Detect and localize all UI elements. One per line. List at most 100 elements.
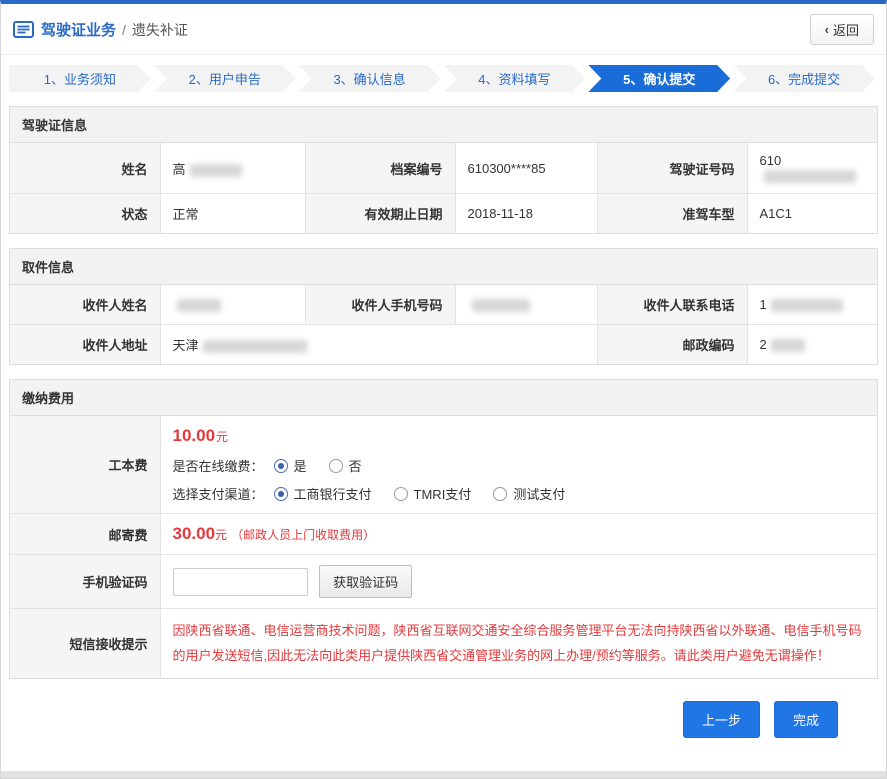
breadcrumb-separator: / bbox=[122, 22, 126, 38]
step-label: 3、确认信息 bbox=[333, 69, 405, 88]
table-row: 姓名 高 档案编号 610300****85 驾驶证号码 610 bbox=[10, 143, 877, 194]
license-number-value: 610 bbox=[747, 143, 877, 194]
redacted-value bbox=[472, 299, 530, 312]
license-number-text: 610 bbox=[760, 153, 782, 168]
status-value: 正常 bbox=[160, 194, 305, 234]
step-label: 5、确认提交 bbox=[623, 69, 695, 88]
recipient-name-value bbox=[160, 285, 305, 325]
name-label: 姓名 bbox=[10, 143, 160, 194]
back-label: 返回 bbox=[833, 20, 859, 39]
radio-unselected-icon bbox=[394, 487, 408, 501]
page-subtitle: 遗失补证 bbox=[132, 20, 188, 40]
production-fee-amount: 10.00元 bbox=[173, 426, 866, 446]
license-number-label: 驾驶证号码 bbox=[597, 143, 747, 194]
postal-code-label: 邮政编码 bbox=[597, 325, 747, 365]
channel-icbc-radio[interactable]: 工商银行支付 bbox=[274, 484, 372, 503]
online-no-label: 否 bbox=[349, 456, 362, 475]
header: 驾驶证业务 / 遗失补证 ‹ 返回 bbox=[1, 4, 886, 55]
fees-section: 缴纳费用 工本费 10.00元 是否在线缴费： 是 bbox=[9, 379, 878, 679]
expiry-label: 有效期止日期 bbox=[305, 194, 455, 234]
channel-tmri-radio[interactable]: TMRI支付 bbox=[394, 484, 472, 503]
fees-table: 工本费 10.00元 是否在线缴费： 是 否 bbox=[10, 416, 877, 678]
step-1-business-notice[interactable]: 1、业务须知 bbox=[9, 65, 151, 92]
online-yes-radio[interactable]: 是 bbox=[274, 456, 307, 475]
name-value: 高 bbox=[160, 143, 305, 194]
status-label: 状态 bbox=[10, 194, 160, 234]
step-label: 2、用户申告 bbox=[189, 69, 261, 88]
radio-selected-icon bbox=[274, 459, 288, 473]
footer-actions: 上一步 完成 bbox=[9, 701, 838, 738]
table-row: 短信接收提示 因陕西省联通、电信运营商技术问题，陕西省互联网交通安全综合服务管理… bbox=[10, 609, 877, 679]
redacted-value bbox=[771, 299, 843, 312]
recipient-name-label: 收件人姓名 bbox=[10, 285, 160, 325]
radio-unselected-icon bbox=[329, 459, 343, 473]
redacted-value bbox=[771, 339, 805, 352]
file-number-label: 档案编号 bbox=[305, 143, 455, 194]
production-fee-cell: 10.00元 是否在线缴费： 是 否 选择支 bbox=[160, 416, 877, 514]
step-label: 4、资料填写 bbox=[478, 69, 550, 88]
postal-code-value: 2 bbox=[747, 325, 877, 365]
back-chevron-icon: ‹ bbox=[825, 22, 829, 37]
sms-code-cell: 获取验证码 bbox=[160, 555, 877, 609]
pickup-info-table: 收件人姓名 收件人手机号码 收件人联系电话 1 收件人地址 天津 邮政编码 2 bbox=[10, 285, 877, 364]
pickup-info-section: 取件信息 收件人姓名 收件人手机号码 收件人联系电话 1 收件人地址 天津 邮政… bbox=[9, 248, 878, 365]
redacted-value bbox=[177, 299, 221, 312]
page-title: 驾驶证业务 bbox=[41, 19, 116, 40]
step-4-fill-data[interactable]: 4、资料填写 bbox=[443, 65, 585, 92]
bottom-bar bbox=[1, 771, 886, 778]
production-fee-unit: 元 bbox=[216, 430, 228, 444]
step-2-user-declaration[interactable]: 2、用户申告 bbox=[154, 65, 296, 92]
back-button[interactable]: ‹ 返回 bbox=[810, 14, 874, 45]
radio-selected-icon bbox=[274, 487, 288, 501]
table-row: 状态 正常 有效期止日期 2018-11-18 准驾车型 A1C1 bbox=[10, 194, 877, 234]
step-label: 6、完成提交 bbox=[768, 69, 840, 88]
table-row: 收件人姓名 收件人手机号码 收件人联系电话 1 bbox=[10, 285, 877, 325]
channel-test-label: 测试支付 bbox=[513, 484, 565, 503]
mailing-fee-label: 邮寄费 bbox=[10, 514, 160, 555]
previous-step-button[interactable]: 上一步 bbox=[683, 701, 760, 738]
pickup-section-header: 取件信息 bbox=[10, 249, 877, 285]
name-text: 高 bbox=[173, 162, 186, 177]
sms-notice-cell: 因陕西省联通、电信运营商技术问题，陕西省互联网交通安全综合服务管理平台无法向持陕… bbox=[160, 609, 877, 679]
vehicle-class-value: A1C1 bbox=[747, 194, 877, 234]
production-fee-label: 工本费 bbox=[10, 416, 160, 514]
channel-tmri-label: TMRI支付 bbox=[414, 484, 472, 503]
sms-notice-label: 短信接收提示 bbox=[10, 609, 160, 679]
step-label: 1、业务须知 bbox=[44, 69, 116, 88]
recipient-mobile-value bbox=[455, 285, 597, 325]
production-fee-number: 10.00 bbox=[173, 426, 216, 445]
online-no-radio[interactable]: 否 bbox=[329, 456, 362, 475]
channel-icbc-label: 工商银行支付 bbox=[294, 484, 372, 503]
recipient-mobile-label: 收件人手机号码 bbox=[305, 285, 455, 325]
vehicle-class-label: 准驾车型 bbox=[597, 194, 747, 234]
recipient-address-value: 天津 bbox=[160, 325, 597, 365]
step-3-confirm-info[interactable]: 3、确认信息 bbox=[299, 65, 441, 92]
finish-button[interactable]: 完成 bbox=[774, 701, 838, 738]
table-row: 工本费 10.00元 是否在线缴费： 是 否 bbox=[10, 416, 877, 514]
mailing-fee-unit: 元 bbox=[215, 528, 227, 542]
expiry-value: 2018-11-18 bbox=[455, 194, 597, 234]
redacted-value bbox=[764, 170, 856, 183]
mailing-fee-cell: 30.00元（邮政人员上门收取费用） bbox=[160, 514, 877, 555]
online-payment-question-row: 是否在线缴费： 是 否 bbox=[173, 456, 866, 475]
get-sms-code-button[interactable]: 获取验证码 bbox=[319, 565, 412, 598]
payment-channel-question: 选择支付渠道： bbox=[173, 484, 264, 503]
step-nav: 1、业务须知 2、用户申告 3、确认信息 4、资料填写 5、确认提交 6、完成提… bbox=[9, 65, 878, 92]
sms-code-input[interactable] bbox=[173, 568, 308, 596]
step-5-confirm-submit[interactable]: 5、确认提交 bbox=[588, 65, 730, 92]
table-row: 邮寄费 30.00元（邮政人员上门收取费用） bbox=[10, 514, 877, 555]
recipient-phone-label: 收件人联系电话 bbox=[597, 285, 747, 325]
channel-test-radio[interactable]: 测试支付 bbox=[493, 484, 565, 503]
step-6-complete-submit[interactable]: 6、完成提交 bbox=[733, 65, 875, 92]
online-payment-question: 是否在线缴费： bbox=[173, 456, 264, 475]
table-row: 手机验证码 获取验证码 bbox=[10, 555, 877, 609]
page: 驾驶证业务 / 遗失补证 ‹ 返回 1、业务须知 2、用户申告 3、确认信息 4… bbox=[0, 0, 887, 779]
table-row: 收件人地址 天津 邮政编码 2 bbox=[10, 325, 877, 365]
redacted-value bbox=[190, 164, 242, 177]
recipient-phone-value: 1 bbox=[747, 285, 877, 325]
sms-warning-text: 因陕西省联通、电信运营商技术问题，陕西省互联网交通安全综合服务管理平台无法向持陕… bbox=[173, 619, 866, 668]
radio-unselected-icon bbox=[493, 487, 507, 501]
fees-section-header: 缴纳费用 bbox=[10, 380, 877, 416]
payment-channel-row: 选择支付渠道： 工商银行支付 TMRI支付 测试支付 bbox=[173, 484, 866, 503]
recipient-address-label: 收件人地址 bbox=[10, 325, 160, 365]
